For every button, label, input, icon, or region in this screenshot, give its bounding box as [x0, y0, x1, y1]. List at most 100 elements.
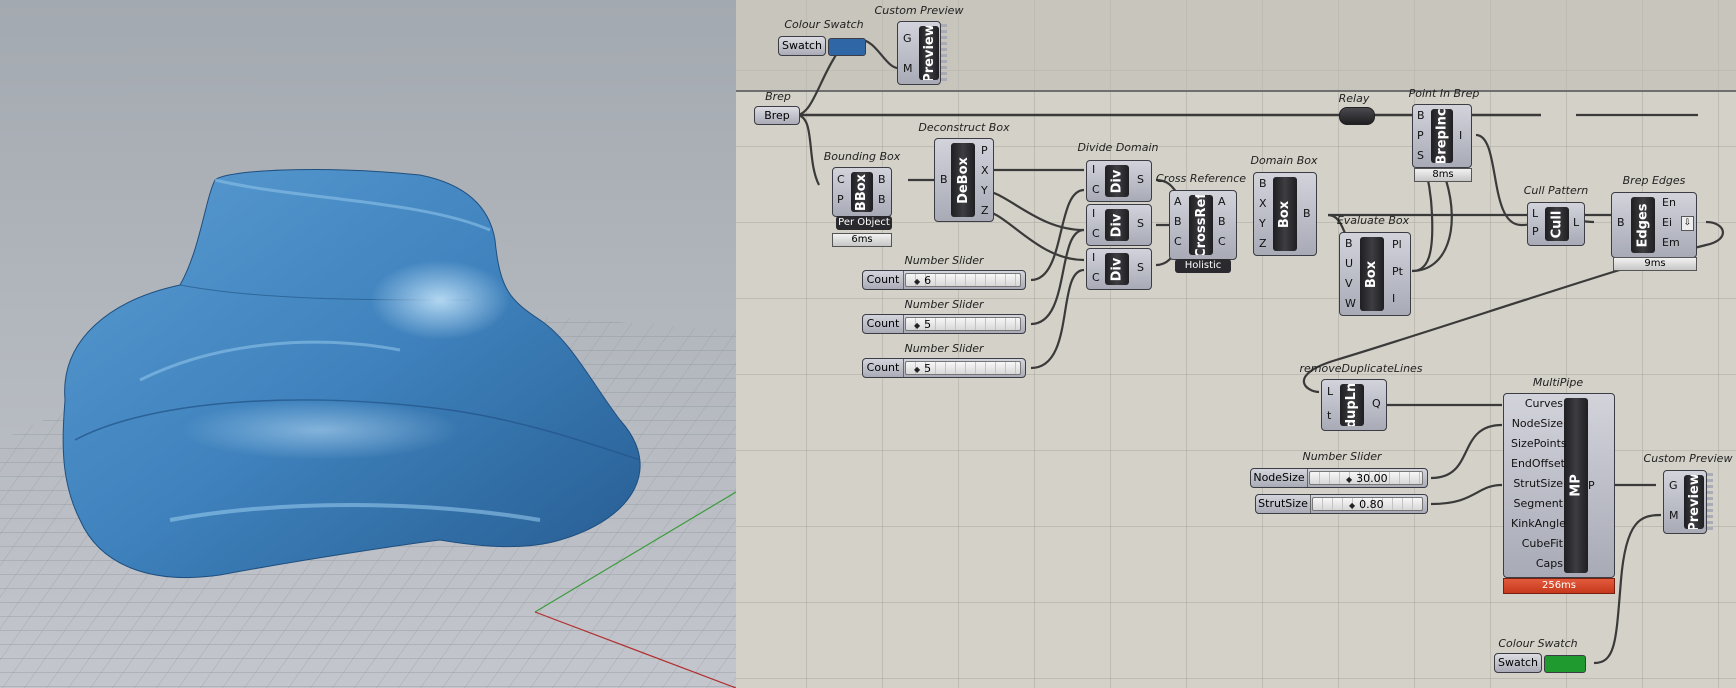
- slider-track[interactable]: 0.80: [1312, 497, 1423, 511]
- output-port-y[interactable]: Y: [981, 185, 988, 197]
- input-port-i[interactable]: I: [1092, 252, 1095, 264]
- slider-value: 5: [914, 362, 931, 377]
- relay-node[interactable]: [1339, 107, 1375, 125]
- output-port-s[interactable]: S: [1137, 218, 1144, 230]
- multipipe-input-cubefit[interactable]: CubeFit: [1511, 538, 1563, 550]
- input-port-y[interactable]: Y: [1259, 218, 1266, 230]
- output-port-l[interactable]: L: [1573, 217, 1579, 229]
- output-port-i[interactable]: I: [1459, 130, 1462, 142]
- input-port-m[interactable]: M: [1669, 510, 1679, 522]
- input-port-z[interactable]: Z: [1259, 238, 1267, 250]
- output-port-z[interactable]: Z: [981, 205, 989, 217]
- input-port-c[interactable]: C: [1174, 236, 1182, 248]
- input-port-c[interactable]: C: [1092, 272, 1100, 284]
- preview-jagged-edge: [941, 24, 947, 82]
- colour-swatch-2-label[interactable]: Swatch: [1494, 653, 1542, 673]
- output-port-i[interactable]: I: [1392, 293, 1395, 305]
- input-port-m[interactable]: M: [903, 63, 913, 75]
- output-port-s[interactable]: S: [1137, 262, 1144, 274]
- input-port-b[interactable]: B: [940, 174, 948, 186]
- colour-swatch-label[interactable]: Swatch: [778, 36, 826, 56]
- custom-preview-node[interactable]: G M Preview: [897, 21, 941, 85]
- count-slider-1[interactable]: Count 6: [862, 270, 1026, 290]
- multipipe-input-segment[interactable]: Segment: [1511, 498, 1564, 510]
- divide-domain-node-1[interactable]: I C Div S: [1086, 160, 1152, 202]
- custom-preview-2-node[interactable]: G M Preview: [1663, 470, 1707, 534]
- output-port-x[interactable]: X: [981, 165, 989, 177]
- deconstruct-box-node[interactable]: B DeBox P X Y Z: [934, 138, 994, 222]
- input-port-b[interactable]: B: [1417, 110, 1425, 122]
- input-port-l[interactable]: L: [1327, 386, 1333, 398]
- input-port-s[interactable]: S: [1417, 150, 1424, 162]
- strutsize-slider[interactable]: StrutSize 0.80: [1255, 494, 1428, 514]
- cull-pattern-node[interactable]: L P Cull L: [1527, 202, 1585, 246]
- input-port-b[interactable]: B: [1345, 238, 1353, 250]
- output-port-en[interactable]: En: [1662, 197, 1676, 209]
- input-port-c[interactable]: C: [1092, 184, 1100, 196]
- input-port-b[interactable]: B: [1259, 178, 1267, 190]
- brep-edges-node[interactable]: B Edges En Ei Em ⇩: [1611, 192, 1697, 258]
- multipipe-input-nodesize[interactable]: NodeSize: [1511, 418, 1563, 430]
- evaluate-box-node[interactable]: B U V W Box Pl Pt I: [1339, 232, 1411, 316]
- input-port-b[interactable]: B: [1174, 216, 1182, 228]
- multipipe-input-curves[interactable]: Curves: [1511, 398, 1563, 410]
- output-port-b[interactable]: B: [1218, 216, 1226, 228]
- rhino-viewport[interactable]: [0, 0, 736, 688]
- output-port-b-2[interactable]: B: [878, 194, 886, 206]
- input-port-b[interactable]: B: [1617, 217, 1625, 229]
- input-port-p[interactable]: P: [1532, 226, 1539, 238]
- remove-duplicate-lines-node[interactable]: L t dupLn Q: [1321, 379, 1387, 431]
- output-port-q[interactable]: Q: [1372, 398, 1381, 410]
- nodesize-slider[interactable]: NodeSize 30.00: [1250, 468, 1428, 488]
- output-port-p[interactable]: P: [981, 145, 988, 157]
- grasshopper-canvas[interactable]: Colour Swatch Swatch Custom Preview G M …: [736, 0, 1736, 688]
- output-port-pl[interactable]: Pl: [1392, 239, 1402, 251]
- output-port-p[interactable]: P: [1588, 480, 1595, 492]
- input-port-a[interactable]: A: [1174, 196, 1182, 208]
- divide-domain-node-3[interactable]: I C Div S: [1086, 248, 1152, 290]
- input-port-i[interactable]: I: [1092, 164, 1095, 176]
- output-port-ei[interactable]: Ei: [1662, 217, 1672, 229]
- divide-domain-node-2[interactable]: I C Div S: [1086, 204, 1152, 246]
- input-port-g[interactable]: G: [1669, 480, 1678, 492]
- preview-core: Preview: [919, 26, 939, 80]
- slider-track[interactable]: 5: [905, 361, 1021, 375]
- multipipe-input-kinkangle[interactable]: KinkAngle: [1511, 518, 1566, 530]
- count-slider-3[interactable]: Count 5: [862, 358, 1026, 378]
- brep-param[interactable]: Brep: [754, 106, 800, 125]
- colour-swatch-blue[interactable]: [828, 38, 866, 56]
- output-port-s[interactable]: S: [1137, 174, 1144, 186]
- slider-track[interactable]: 30.00: [1309, 471, 1423, 485]
- output-port-em[interactable]: Em: [1662, 237, 1680, 249]
- input-port-c[interactable]: C: [837, 174, 845, 186]
- slider-track[interactable]: 6: [905, 273, 1021, 287]
- bounding-box-node[interactable]: C P BBox B B: [832, 167, 892, 217]
- output-port-b[interactable]: B: [878, 174, 886, 186]
- input-port-v[interactable]: V: [1345, 278, 1353, 290]
- input-port-t[interactable]: t: [1327, 410, 1331, 422]
- input-port-g[interactable]: G: [903, 33, 912, 45]
- multipipe-input-sizepoints[interactable]: SizePoints: [1511, 438, 1567, 450]
- count-slider-2[interactable]: Count 5: [862, 314, 1026, 334]
- colour-swatch-green[interactable]: [1544, 655, 1586, 673]
- output-port-b[interactable]: B: [1303, 208, 1311, 220]
- input-port-p[interactable]: P: [837, 194, 844, 206]
- output-port-c[interactable]: C: [1218, 236, 1226, 248]
- input-port-w[interactable]: W: [1345, 298, 1356, 310]
- multipipe-input-strutsize[interactable]: StrutSize: [1511, 478, 1563, 490]
- slider-track[interactable]: 5: [905, 317, 1021, 331]
- input-port-p[interactable]: P: [1417, 130, 1424, 142]
- input-port-l[interactable]: L: [1532, 208, 1538, 220]
- input-port-c[interactable]: C: [1092, 228, 1100, 240]
- input-port-u[interactable]: U: [1345, 258, 1353, 270]
- point-in-brep-node[interactable]: B P S BrepInc I: [1412, 104, 1472, 168]
- input-port-x[interactable]: X: [1259, 198, 1267, 210]
- multipipe-input-endoffset[interactable]: EndOffset: [1511, 458, 1565, 470]
- domain-box-node[interactable]: B X Y Z Box B: [1253, 172, 1317, 256]
- cross-reference-node[interactable]: A B C CrossRef A B C: [1169, 190, 1237, 260]
- output-port-pt[interactable]: Pt: [1392, 266, 1403, 278]
- multipipe-input-caps[interactable]: Caps: [1511, 558, 1563, 570]
- graft-arrow-icon[interactable]: ⇩: [1681, 216, 1694, 231]
- input-port-i[interactable]: I: [1092, 208, 1095, 220]
- output-port-a[interactable]: A: [1218, 196, 1226, 208]
